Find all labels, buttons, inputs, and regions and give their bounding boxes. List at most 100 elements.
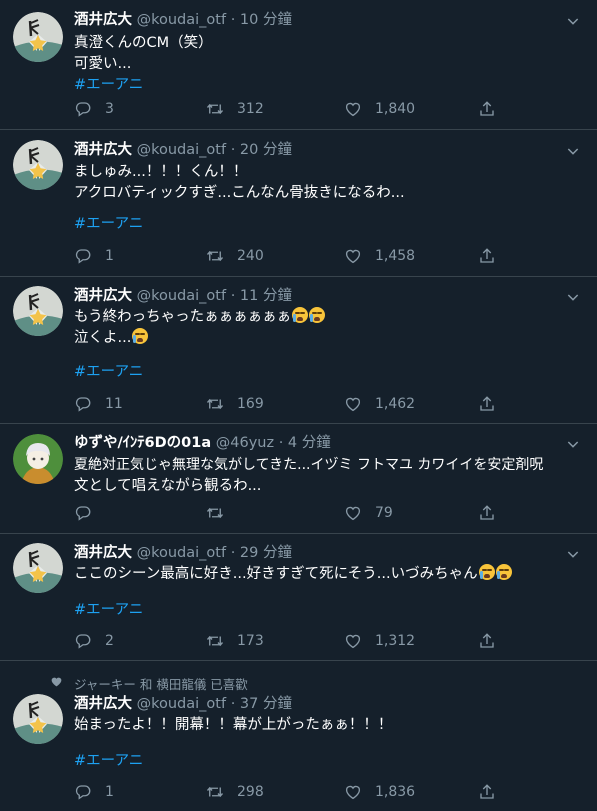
tweet-item[interactable]: 酒井広大 @koudai_otf · 11 分鐘 もう終わっちゃったぁぁぁぁぁぁ… [0,277,597,424]
like-button[interactable]: 1,458 [344,246,415,266]
timestamp[interactable]: 29 分鐘 [240,545,292,561]
tweet-line: ましゅみ...！！！くん！！ [74,164,248,180]
user-name[interactable]: 酒井広大 [74,696,132,712]
chevron-down-icon[interactable] [565,546,581,562]
share-button[interactable] [478,394,496,414]
like-count: 1,836 [375,784,416,800]
tweet-line: ここのシーン最高に好き...好きすぎて死にそう...いづみちゃん [74,566,478,582]
user-handle[interactable]: @koudai_otf [137,288,226,304]
like-count: 1,462 [375,396,416,412]
tweet-line: 泣くよ... [74,330,132,346]
hashtag-link[interactable]: #エーアニ [74,600,579,621]
hashtag-link[interactable]: #エーアニ [74,75,579,96]
tweet-item[interactable]: ジャーキー 和 横田龍儀 已喜歡 酒井広大 @koudai_otf · 37 分… [0,661,597,811]
user-name[interactable]: 酒井広大 [74,12,132,28]
like-count: 79 [375,505,393,521]
avatar[interactable] [13,543,63,593]
heart-icon [344,247,362,265]
reply-button[interactable]: 2 [74,631,114,651]
user-handle[interactable]: @46yuz [216,435,274,451]
social-context[interactable]: ジャーキー 和 横田龍儀 已喜歡 [74,674,248,693]
retweet-icon [206,395,224,413]
timestamp[interactable]: 10 分鐘 [240,12,292,28]
user-name[interactable]: 酒井広大 [74,545,132,561]
tweet-line: 文として唱えながら観るわ... [74,478,262,494]
share-button[interactable] [478,631,496,651]
timestamp[interactable]: 11 分鐘 [240,288,292,304]
user-handle[interactable]: @koudai_otf [137,696,226,712]
user-handle[interactable]: @koudai_otf [137,545,226,561]
tweet-header: 酒井広大 @koudai_otf · 37 分鐘 [74,694,557,714]
chevron-down-icon[interactable] [565,436,581,452]
retweet-button[interactable]: 312 [206,99,264,119]
avatar[interactable] [13,694,63,744]
tweet-line: 始まったよ！！開幕！！幕が上がったぁぁ！！！ [74,717,393,733]
retweet-icon [206,783,224,801]
retweet-count: 240 [237,248,264,264]
timestamp[interactable]: 20 分鐘 [240,142,292,158]
hashtag-link[interactable]: #エーアニ [74,214,579,235]
separator: · [278,435,284,451]
share-button[interactable] [478,246,496,266]
avatar[interactable] [13,286,63,336]
reply-button[interactable]: 1 [74,782,114,802]
retweet-button[interactable]: 240 [206,246,264,266]
like-count: 1,312 [375,633,416,649]
chevron-down-icon[interactable] [565,289,581,305]
heart-icon [344,632,362,650]
user-handle[interactable]: @koudai_otf [137,142,226,158]
tweet-actions: 11 169 1,462 [74,394,504,414]
separator: · [230,12,236,28]
separator: · [230,142,236,158]
crying-face-emoji [132,328,149,344]
heart-icon [344,395,362,413]
like-button[interactable]: 1,312 [344,631,415,651]
heart-icon [344,504,362,522]
tweet-actions: 1 298 1,836 [74,782,504,802]
retweet-button[interactable]: 173 [206,631,264,651]
like-button[interactable]: 79 [344,503,393,523]
avatar[interactable] [13,12,63,62]
retweet-icon [206,247,224,265]
user-name[interactable]: 酒井広大 [74,142,132,158]
like-button[interactable]: 1,840 [344,99,415,119]
tweet-text: もう終わっちゃったぁぁぁぁぁぁ 泣くよ... #エーアニ [74,307,579,383]
timestamp[interactable]: 4 分鐘 [288,435,331,451]
like-button[interactable]: 1,462 [344,394,415,414]
tweet-line: 夏絶対正気じゃ無理な気がしてきた...イヅミ フトマユ カワイイを安定剤呪 [74,457,544,473]
reply-button[interactable]: 11 [74,394,123,414]
share-icon [478,247,496,265]
tweet-item[interactable]: 酒井広大 @koudai_otf · 10 分鐘 真澄くんのCM（笑） 可愛い.… [0,0,597,130]
reply-button[interactable]: 1 [74,246,114,266]
tweet-item[interactable]: 酒井広大 @koudai_otf · 20 分鐘 ましゅみ...！！！くん！！ … [0,130,597,277]
tweet-item[interactable]: 酒井広大 @koudai_otf · 29 分鐘 ここのシーン最高に好き...好… [0,534,597,661]
chevron-down-icon[interactable] [565,143,581,159]
hashtag-link[interactable]: #エーアニ [74,751,579,772]
share-button[interactable] [478,503,496,523]
chevron-down-icon[interactable] [565,13,581,29]
reply-button[interactable] [74,503,105,523]
retweet-button[interactable] [206,503,237,523]
crying-face-emoji [292,307,309,323]
reply-icon [74,632,92,650]
tweet-actions: 1 240 1,458 [74,246,504,266]
retweet-count: 169 [237,396,264,412]
avatar[interactable] [13,140,63,190]
avatar[interactable] [13,434,63,484]
share-button[interactable] [478,99,496,119]
reply-count: 2 [105,633,114,649]
timestamp[interactable]: 37 分鐘 [240,696,292,712]
retweet-button[interactable]: 298 [206,782,264,802]
share-button[interactable] [478,782,496,802]
tweet-text: 真澄くんのCM（笑） 可愛い... #エーアニ [74,33,579,96]
tweet-item[interactable]: ゆずや/ｲﾝﾃ6Dの01a @46yuz · 4 分鐘 夏絶対正気じゃ無理な気が… [0,424,597,534]
tweet-actions: 3 312 1,840 [74,99,504,119]
reply-button[interactable]: 3 [74,99,114,119]
reply-icon [74,395,92,413]
user-handle[interactable]: @koudai_otf [137,12,226,28]
retweet-button[interactable]: 169 [206,394,264,414]
like-button[interactable]: 1,836 [344,782,415,802]
hashtag-link[interactable]: #エーアニ [74,362,579,383]
user-name[interactable]: 酒井広大 [74,288,132,304]
user-name[interactable]: ゆずや/ｲﾝﾃ6Dの01a [74,435,211,451]
